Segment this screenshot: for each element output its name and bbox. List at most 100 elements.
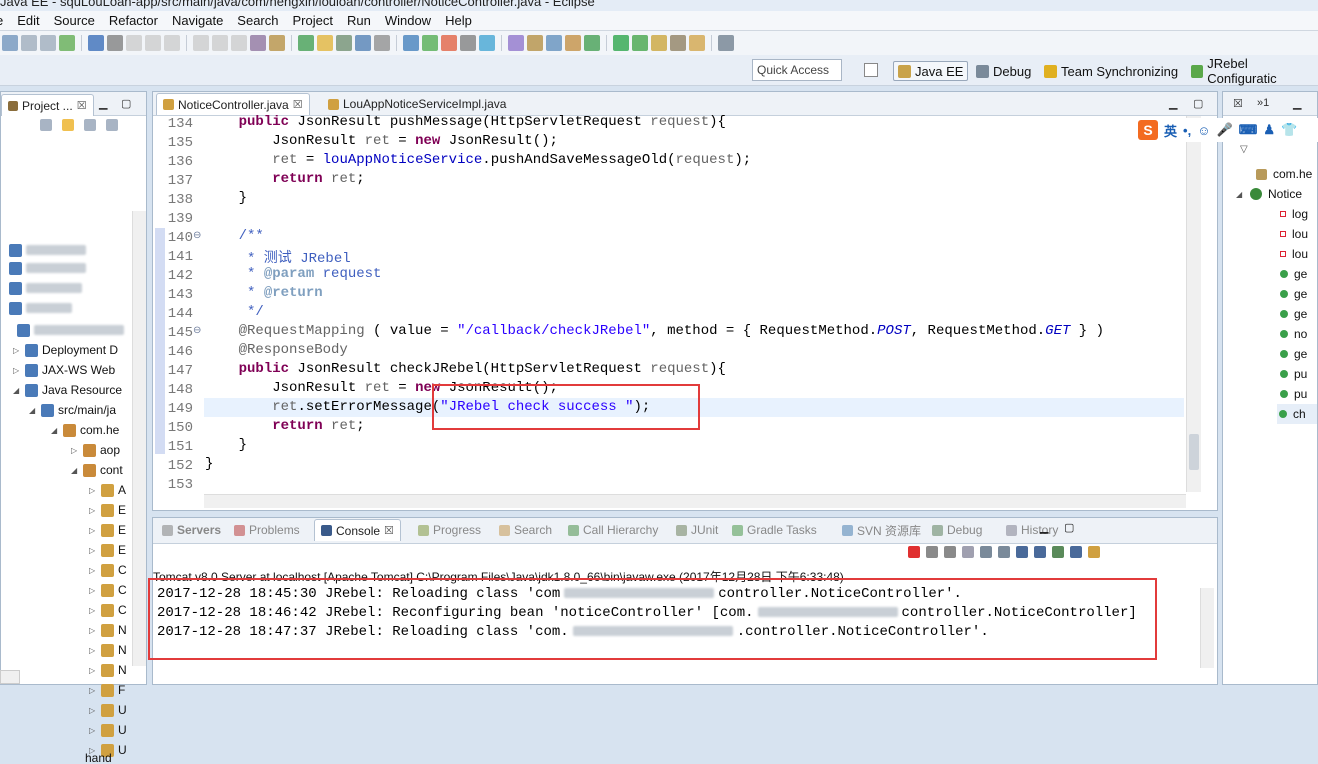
user-icon[interactable]: ♟ bbox=[1263, 122, 1275, 138]
tab-progress[interactable]: Progress bbox=[412, 519, 487, 541]
link-editor-icon[interactable] bbox=[62, 119, 74, 131]
outline-item[interactable]: com.he bbox=[1256, 164, 1312, 184]
toolbar-tool-icon[interactable] bbox=[126, 35, 142, 51]
outline-item[interactable]: ge bbox=[1280, 344, 1307, 364]
menu-item-help[interactable]: Help bbox=[438, 13, 479, 28]
quick-access-input[interactable]: Quick Access bbox=[752, 59, 842, 81]
word-wrap-icon[interactable] bbox=[998, 546, 1010, 558]
outline-item[interactable]: lou bbox=[1280, 244, 1308, 264]
outline-item[interactable]: ge bbox=[1280, 284, 1307, 304]
expand-toggle-icon[interactable]: ▷ bbox=[89, 626, 97, 635]
tree-node[interactable] bbox=[5, 320, 124, 340]
scrollbar-thumb[interactable] bbox=[1189, 434, 1199, 470]
microphone-icon[interactable]: 🎤 bbox=[1216, 122, 1232, 138]
tab-gradle-tasks[interactable]: Gradle Tasks bbox=[726, 519, 823, 541]
toolbar-tool-icon[interactable] bbox=[441, 35, 457, 51]
tree-node[interactable] bbox=[9, 298, 72, 318]
shirt-icon[interactable]: 👕 bbox=[1281, 122, 1297, 138]
project-tree-scrollbar[interactable] bbox=[132, 211, 146, 666]
expand-toggle-icon[interactable]: ▷ bbox=[71, 446, 79, 455]
toolbar-tool-icon[interactable] bbox=[298, 35, 314, 51]
expand-toggle-icon[interactable]: ▷ bbox=[89, 706, 97, 715]
tree-node-class[interactable]: ▷ C bbox=[89, 560, 127, 580]
outline-item[interactable]: ch bbox=[1277, 404, 1317, 424]
emoji-icon[interactable]: ☺ bbox=[1197, 123, 1210, 138]
toolbar-tool-icon[interactable] bbox=[613, 35, 629, 51]
toolbar-tool-icon[interactable] bbox=[374, 35, 390, 51]
tree-node-class[interactable]: ▷ E bbox=[89, 520, 126, 540]
open-console-icon[interactable] bbox=[1088, 546, 1100, 558]
menu-item-navigate[interactable]: Navigate bbox=[165, 13, 230, 28]
outline-item[interactable]: lou bbox=[1280, 224, 1308, 244]
toolbar-tool-icon[interactable] bbox=[2, 35, 18, 51]
editor-vertical-scrollbar[interactable] bbox=[1186, 116, 1201, 492]
tab-noticecontroller-java[interactable]: NoticeController.java ☒ bbox=[156, 93, 310, 115]
tree-node-class[interactable]: ▷ E bbox=[89, 500, 126, 520]
toolbar-tool-icon[interactable] bbox=[88, 35, 104, 51]
outline-item[interactable]: no bbox=[1280, 324, 1307, 344]
collapse-icon[interactable]: ▽ bbox=[1240, 144, 1248, 155]
keyboard-icon[interactable]: ⌨ bbox=[1239, 122, 1258, 138]
tree-node-class[interactable]: ▷ N bbox=[89, 660, 127, 680]
expand-toggle-icon[interactable]: ▷ bbox=[13, 366, 21, 375]
menu-item-project[interactable]: Project bbox=[286, 13, 340, 28]
tab-junit[interactable]: JUnit bbox=[670, 519, 724, 541]
toolbar-tool-icon[interactable] bbox=[193, 35, 209, 51]
toolbar-tool-icon[interactable] bbox=[546, 35, 562, 51]
collapse-all-icon[interactable] bbox=[40, 119, 52, 131]
punctuation-icon[interactable]: •, bbox=[1183, 123, 1191, 138]
close-icon[interactable]: ☒ bbox=[77, 99, 87, 112]
toolbar-tool-icon[interactable] bbox=[231, 35, 247, 51]
console-vertical-scrollbar[interactable] bbox=[1200, 588, 1214, 668]
minimize-icon[interactable]: ▁ bbox=[1040, 521, 1048, 534]
tab-servers[interactable]: Servers bbox=[156, 519, 227, 541]
toolbar-tool-icon[interactable] bbox=[689, 35, 705, 51]
tree-node[interactable]: ▷ JAX-WS Web bbox=[13, 360, 115, 380]
tree-node[interactable]: ◢ cont bbox=[71, 460, 123, 480]
menu-item-refactor[interactable]: Refactor bbox=[102, 13, 165, 28]
menu-item-search[interactable]: Search bbox=[230, 13, 285, 28]
menu-item-edit[interactable]: Edit bbox=[10, 13, 46, 28]
tree-node[interactable]: ▷ Deployment D bbox=[13, 340, 118, 360]
editor-horizontal-scrollbar[interactable] bbox=[204, 494, 1186, 508]
pin-console-icon[interactable] bbox=[1052, 546, 1064, 558]
tree-node-class[interactable]: ▷ C bbox=[89, 580, 127, 600]
toolbar-tool-icon[interactable] bbox=[317, 35, 333, 51]
toolbar-tool-icon[interactable] bbox=[422, 35, 438, 51]
expand-toggle-icon[interactable]: ▷ bbox=[89, 666, 97, 675]
tree-node[interactable] bbox=[9, 278, 82, 298]
toolbar-tool-icon[interactable] bbox=[584, 35, 600, 51]
expand-toggle-icon[interactable]: ◢ bbox=[13, 386, 21, 395]
expand-toggle-icon[interactable]: ◢ bbox=[51, 426, 59, 435]
expand-toggle-icon[interactable]: ◢ bbox=[29, 406, 37, 415]
maximize-icon[interactable]: ▢ bbox=[1064, 521, 1074, 534]
toolbar-tool-icon[interactable] bbox=[164, 35, 180, 51]
toolbar-tool-icon[interactable] bbox=[336, 35, 352, 51]
toolbar-tool-icon[interactable] bbox=[40, 35, 56, 51]
close-icon[interactable]: ☒ bbox=[384, 524, 394, 537]
close-icon[interactable]: ☒ bbox=[293, 98, 303, 111]
perspective-team-synchronizing[interactable]: Team Synchronizing bbox=[1040, 61, 1182, 81]
expand-toggle-icon[interactable]: ▷ bbox=[89, 566, 97, 575]
fold-icon[interactable]: ⊖ bbox=[193, 230, 201, 241]
perspective-java-ee[interactable]: Java EE bbox=[893, 61, 969, 81]
remove-all-icon[interactable] bbox=[944, 546, 956, 558]
toolbar-tool-icon[interactable] bbox=[107, 35, 123, 51]
ime-language[interactable]: 英 bbox=[1164, 121, 1177, 140]
tree-node[interactable] bbox=[9, 240, 86, 260]
tree-node[interactable]: hand bbox=[85, 752, 112, 764]
outline-item[interactable]: ge bbox=[1280, 304, 1307, 324]
toolbar-tool-icon[interactable] bbox=[508, 35, 524, 51]
toolbar-tool-icon[interactable] bbox=[527, 35, 543, 51]
overflow-tabs-icon[interactable]: »1 bbox=[1257, 97, 1269, 109]
remove-launch-icon[interactable] bbox=[926, 546, 938, 558]
expand-toggle-icon[interactable]: ◢ bbox=[1236, 190, 1244, 199]
toolbar-tool-icon[interactable] bbox=[651, 35, 667, 51]
maximize-icon[interactable]: ▢ bbox=[1193, 97, 1203, 110]
tree-node[interactable] bbox=[9, 258, 86, 278]
tree-node-class[interactable]: ▷ U bbox=[89, 700, 127, 720]
outline-item[interactable]: log bbox=[1280, 204, 1308, 224]
toolbar-tool-icon[interactable] bbox=[632, 35, 648, 51]
toolbar-tool-icon[interactable] bbox=[212, 35, 228, 51]
stop-icon[interactable] bbox=[908, 546, 920, 558]
